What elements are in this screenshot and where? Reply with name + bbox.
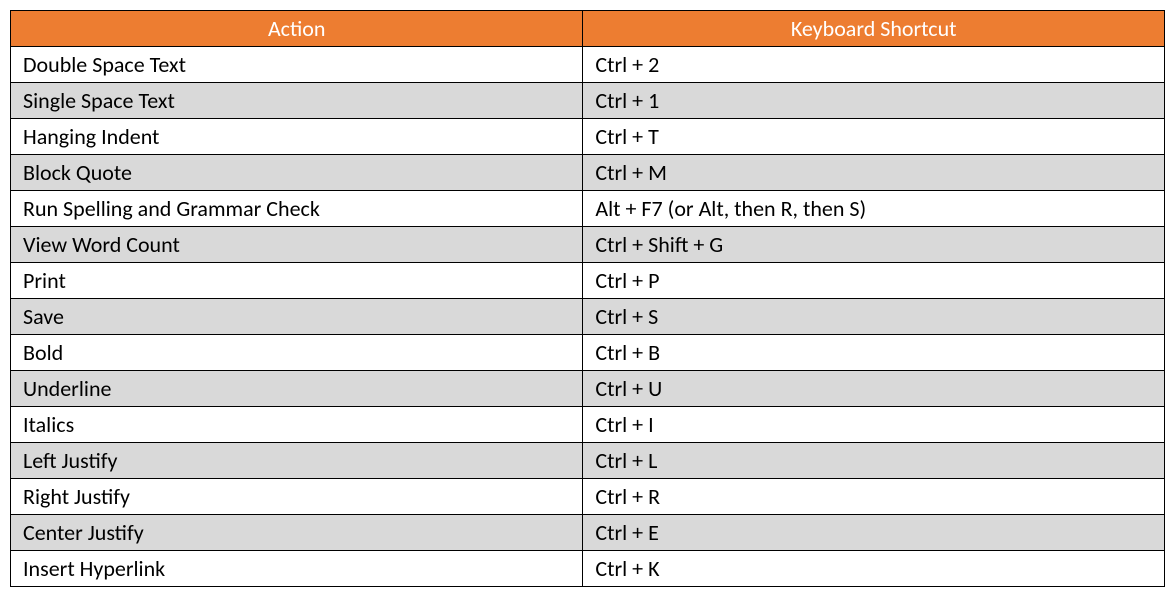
cell-shortcut: Ctrl + I	[583, 407, 1165, 443]
cell-shortcut: Ctrl + T	[583, 119, 1165, 155]
table-row: Center Justify Ctrl + E	[11, 515, 1165, 551]
table-row: Print Ctrl + P	[11, 263, 1165, 299]
cell-shortcut: Ctrl + R	[583, 479, 1165, 515]
cell-shortcut: Ctrl + 2	[583, 47, 1165, 83]
cell-shortcut: Ctrl + L	[583, 443, 1165, 479]
table-row: Insert Hyperlink Ctrl + K	[11, 551, 1165, 587]
cell-action: Double Space Text	[11, 47, 583, 83]
cell-shortcut: Ctrl + M	[583, 155, 1165, 191]
table-body: Double Space Text Ctrl + 2 Single Space …	[11, 47, 1165, 587]
table-row: Run Spelling and Grammar Check Alt + F7 …	[11, 191, 1165, 227]
cell-action: Block Quote	[11, 155, 583, 191]
cell-action: Italics	[11, 407, 583, 443]
cell-shortcut: Ctrl + K	[583, 551, 1165, 587]
cell-action: Bold	[11, 335, 583, 371]
cell-action: Left Justify	[11, 443, 583, 479]
cell-action: Hanging Indent	[11, 119, 583, 155]
shortcut-table: Action Keyboard Shortcut Double Space Te…	[10, 10, 1165, 587]
cell-action: Underline	[11, 371, 583, 407]
table-row: Italics Ctrl + I	[11, 407, 1165, 443]
cell-action: Save	[11, 299, 583, 335]
table-row: Right Justify Ctrl + R	[11, 479, 1165, 515]
table-row: Block Quote Ctrl + M	[11, 155, 1165, 191]
table-row: Save Ctrl + S	[11, 299, 1165, 335]
cell-shortcut: Ctrl + Shift + G	[583, 227, 1165, 263]
cell-shortcut: Ctrl + S	[583, 299, 1165, 335]
shortcut-table-container: Action Keyboard Shortcut Double Space Te…	[10, 10, 1165, 587]
table-row: Double Space Text Ctrl + 2	[11, 47, 1165, 83]
cell-action: Right Justify	[11, 479, 583, 515]
cell-shortcut: Ctrl + E	[583, 515, 1165, 551]
table-row: View Word Count Ctrl + Shift + G	[11, 227, 1165, 263]
cell-shortcut: Ctrl + P	[583, 263, 1165, 299]
header-action: Action	[11, 11, 583, 47]
table-header-row: Action Keyboard Shortcut	[11, 11, 1165, 47]
table-row: Bold Ctrl + B	[11, 335, 1165, 371]
table-row: Underline Ctrl + U	[11, 371, 1165, 407]
cell-shortcut: Ctrl + B	[583, 335, 1165, 371]
table-row: Hanging Indent Ctrl + T	[11, 119, 1165, 155]
cell-action: Center Justify	[11, 515, 583, 551]
cell-action: Run Spelling and Grammar Check	[11, 191, 583, 227]
cell-action: Print	[11, 263, 583, 299]
cell-action: View Word Count	[11, 227, 583, 263]
cell-shortcut: Alt + F7 (or Alt, then R, then S)	[583, 191, 1165, 227]
header-shortcut: Keyboard Shortcut	[583, 11, 1165, 47]
table-row: Single Space Text Ctrl + 1	[11, 83, 1165, 119]
cell-action: Single Space Text	[11, 83, 583, 119]
cell-shortcut: Ctrl + U	[583, 371, 1165, 407]
table-row: Left Justify Ctrl + L	[11, 443, 1165, 479]
cell-action: Insert Hyperlink	[11, 551, 583, 587]
cell-shortcut: Ctrl + 1	[583, 83, 1165, 119]
